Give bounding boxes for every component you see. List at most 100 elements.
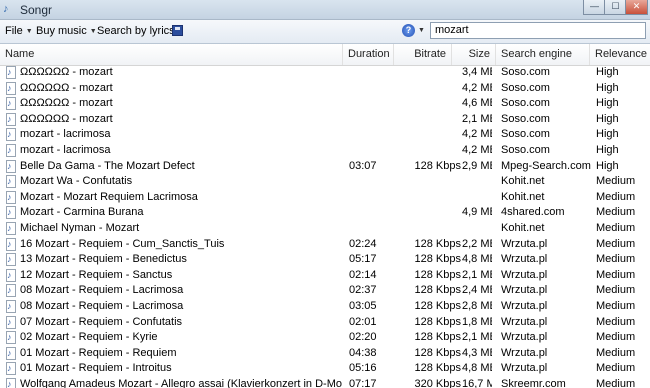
music-file-icon bbox=[6, 299, 16, 313]
songr-app-icon: ♪ bbox=[3, 3, 9, 15]
column-header-search-engine[interactable]: Search engine bbox=[496, 44, 590, 65]
track-name-cell: 08 Mozart - Requiem - Lacrimosa bbox=[20, 299, 184, 312]
bitrate-cell bbox=[395, 65, 461, 81]
relevance-cell: Medium bbox=[596, 221, 636, 234]
help-icon[interactable]: ? bbox=[402, 24, 415, 37]
file-menu-label: File bbox=[5, 25, 23, 37]
table-row[interactable]: Michael Nyman - Mozart Kohit.net Medium bbox=[0, 221, 650, 237]
file-size-cell: 3,4 MB bbox=[462, 66, 492, 78]
column-header-name[interactable]: Name bbox=[0, 44, 343, 65]
table-row[interactable]: 02 Mozart - Requiem - Kyrie 02:20 128 Kbps… bbox=[0, 330, 650, 346]
search-engine-cell: Soso.com bbox=[501, 81, 550, 94]
table-row[interactable]: ΩΩΩΩΩΩ - mozart 2,1 MB Soso.com High bbox=[0, 112, 650, 128]
buy-music-menu[interactable]: Buy music ▼ bbox=[36, 25, 97, 37]
table-row[interactable]: 08 Mozart - Requiem - Lacrimosa 03:05 128 … bbox=[0, 299, 650, 315]
file-size-cell: 1,8 MB bbox=[462, 315, 492, 328]
bitrate-cell: 128 Kbps bbox=[414, 268, 461, 281]
bitrate-cell: 320 Kbps bbox=[414, 377, 461, 388]
file-size-cell: 16,7 MB bbox=[462, 377, 492, 388]
music-file-icon bbox=[6, 362, 16, 376]
file-size-cell: 2,4 MB bbox=[462, 284, 492, 297]
track-name-cell: Michael Nyman - Mozart bbox=[20, 221, 140, 234]
table-row[interactable]: 07 Mozart - Requiem - Confutatis 02:01 128… bbox=[0, 315, 650, 331]
table-row[interactable]: 16 Mozart - Requiem - Cum_Sanctis_Tuis 02… bbox=[0, 237, 650, 253]
duration-cell: 05:17 bbox=[349, 253, 377, 266]
duration-cell bbox=[349, 81, 389, 97]
bitrate-cell: 128 Kbps bbox=[414, 331, 461, 344]
table-row[interactable]: ΩΩΩΩΩΩ - mozart 3,4 MB Soso.com High bbox=[0, 65, 650, 81]
track-name-cell: 08 Mozart - Requiem - Lacrimosa bbox=[20, 284, 184, 297]
relevance-cell: High bbox=[596, 81, 619, 94]
table-row[interactable]: ΩΩΩΩΩΩ - mozart 4,2 MB Soso.com High bbox=[0, 81, 650, 97]
table-row[interactable]: ΩΩΩΩΩΩ - mozart 4,6 MB Soso.com High bbox=[0, 96, 650, 112]
bitrate-cell: 128 Kbps bbox=[414, 284, 461, 297]
table-row[interactable]: 01 Mozart - Requiem - Requiem 04:38 128 Kb… bbox=[0, 346, 650, 362]
duration-cell bbox=[349, 65, 389, 81]
bitrate-cell: 128 Kbps bbox=[414, 346, 461, 359]
column-header-size[interactable]: Size bbox=[452, 44, 496, 65]
music-file-icon bbox=[6, 143, 16, 157]
search-engine-cell: Wrzuta.pl bbox=[501, 299, 548, 312]
music-file-icon bbox=[6, 206, 16, 220]
music-file-icon bbox=[6, 315, 16, 329]
table-row[interactable]: Wolfgang Amadeus Mozart - Allegro assai … bbox=[0, 377, 650, 388]
duration-cell bbox=[349, 127, 389, 143]
track-name-cell: ΩΩΩΩΩΩ - mozart bbox=[20, 81, 113, 94]
search-engine-cell: Wrzuta.pl bbox=[501, 284, 548, 297]
search-engine-cell: Skreemr.com bbox=[501, 377, 566, 388]
duration-cell: 02:24 bbox=[349, 237, 377, 250]
relevance-cell: Medium bbox=[596, 237, 636, 250]
file-size-cell: 4,2 MB bbox=[462, 81, 492, 94]
minimize-button[interactable]: — bbox=[583, 0, 606, 15]
column-header-bitrate[interactable]: Bitrate bbox=[394, 44, 452, 65]
table-row[interactable]: Mozart - Carmina Burana 4,9 MB 4shared.com… bbox=[0, 205, 650, 221]
track-name-cell: Belle Da Gama - The Mozart Defect bbox=[20, 159, 195, 172]
chevron-down-icon: ▼ bbox=[89, 28, 97, 35]
music-file-icon bbox=[6, 331, 16, 345]
search-engine-cell: Soso.com bbox=[501, 97, 550, 110]
bitrate-cell: 128 Kbps bbox=[414, 253, 461, 266]
duration-cell: 04:38 bbox=[349, 346, 377, 359]
column-header-relevance[interactable]: Relevance bbox=[590, 44, 650, 65]
save-icon[interactable] bbox=[172, 25, 183, 36]
relevance-cell: Medium bbox=[596, 377, 636, 388]
search-by-lyrics-button[interactable]: Search by lyrics bbox=[97, 25, 175, 37]
table-row[interactable]: Mozart Wa - Confutatis Kohit.net Medium bbox=[0, 174, 650, 190]
window-title: Songr bbox=[20, 3, 53, 17]
track-name-cell: ΩΩΩΩΩΩ - mozart bbox=[20, 112, 113, 125]
file-size-cell: 2,1 MB bbox=[462, 268, 492, 281]
file-size-cell bbox=[462, 221, 492, 237]
music-file-icon bbox=[6, 268, 16, 282]
track-name-cell: mozart - lacrimosa bbox=[20, 143, 111, 156]
table-row[interactable]: 08 Mozart - Requiem - Lacrimosa 02:37 128 … bbox=[0, 283, 650, 299]
search-input[interactable] bbox=[431, 23, 635, 37]
search-engine-cell: Soso.com bbox=[501, 66, 550, 78]
track-name-cell: 01 Mozart - Requiem - Introitus bbox=[20, 362, 172, 375]
bitrate-cell bbox=[395, 205, 461, 221]
table-row[interactable]: mozart - lacrimosa 4,2 MB Soso.com High bbox=[0, 127, 650, 143]
table-row[interactable]: Mozart - Mozart Requiem Lacrimosa Kohit.n… bbox=[0, 190, 650, 206]
duration-cell: 05:16 bbox=[349, 362, 377, 375]
table-row[interactable]: Belle Da Gama - The Mozart Defect 03:07 12… bbox=[0, 159, 650, 175]
search-engine-cell: Wrzuta.pl bbox=[501, 253, 548, 266]
file-size-cell: 2,2 MB bbox=[462, 237, 492, 250]
maximize-button[interactable]: ☐ bbox=[604, 0, 627, 15]
relevance-cell: Medium bbox=[596, 299, 636, 312]
file-size-cell: 4,9 MB bbox=[462, 206, 492, 219]
chevron-down-icon[interactable]: ▼ bbox=[418, 27, 425, 34]
relevance-cell: Medium bbox=[596, 315, 636, 328]
search-field[interactable] bbox=[430, 22, 646, 39]
table-row[interactable]: mozart - lacrimosa 4,2 MB Soso.com High bbox=[0, 143, 650, 159]
table-row[interactable]: 12 Mozart - Requiem - Sanctus 02:14 128 Kb… bbox=[0, 268, 650, 284]
duration-cell: 02:14 bbox=[349, 268, 377, 281]
file-menu[interactable]: File ▼ bbox=[5, 25, 33, 37]
search-engine-cell: Soso.com bbox=[501, 143, 550, 156]
table-row[interactable]: 13 Mozart - Requiem - Benedictus 05:17 128… bbox=[0, 252, 650, 268]
table-row[interactable]: 01 Mozart - Requiem - Introitus 05:16 128 … bbox=[0, 361, 650, 377]
search-engine-cell: Soso.com bbox=[501, 112, 550, 125]
close-button[interactable]: ✕ bbox=[625, 0, 648, 15]
bitrate-cell: 128 Kbps bbox=[414, 159, 461, 172]
search-engine-cell: Wrzuta.pl bbox=[501, 315, 548, 328]
search-engine-cell: Kohit.net bbox=[501, 190, 545, 203]
column-header-duration[interactable]: Duration bbox=[343, 44, 394, 65]
